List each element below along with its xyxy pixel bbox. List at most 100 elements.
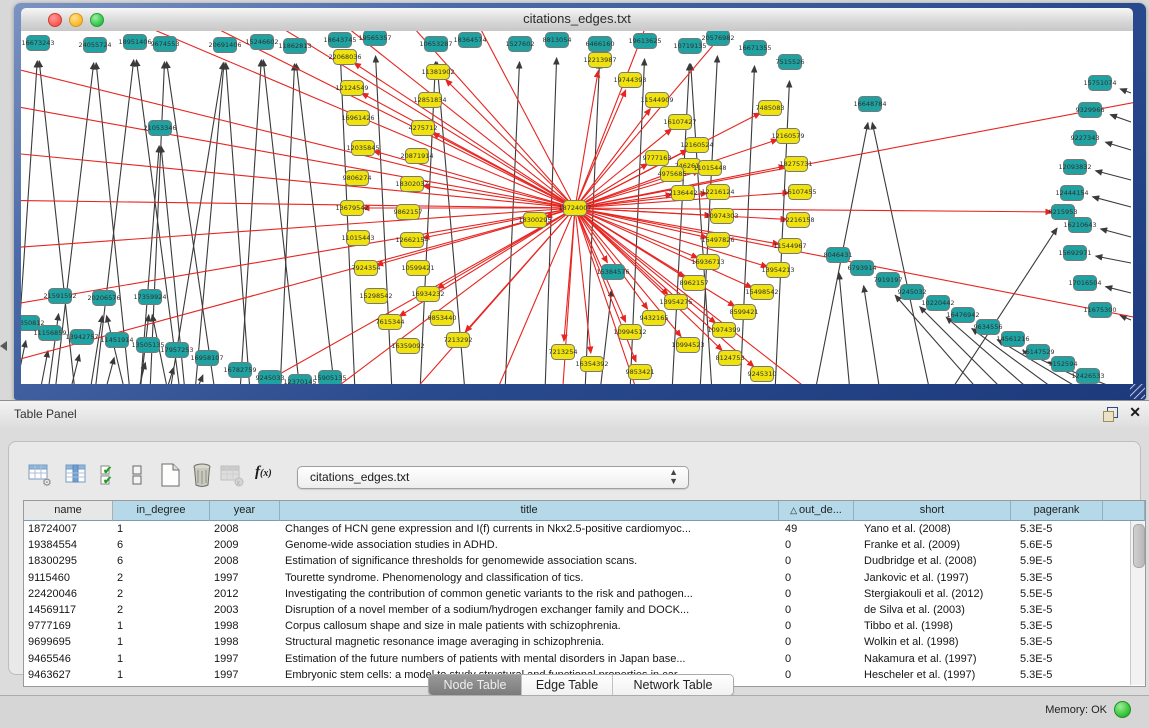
table-row[interactable]: 1456911722003Disruption of a novel membe… [24,602,1145,618]
cell-title[interactable]: Investigating the contribution of common… [280,586,779,602]
table-row[interactable]: 977716911998Corpus callosum shape and si… [24,618,1145,634]
cell-year[interactable]: 1997 [210,651,280,667]
cell-pagerank[interactable]: 5.3E-5 [1011,667,1103,683]
cell-out_de[interactable]: 0 [779,537,854,553]
cell-short[interactable]: Hescheler et al. (1997) [854,667,1011,683]
cell-in_degree[interactable]: 1 [113,651,210,667]
cell-title[interactable]: Changes of HCN gene expression and I(f) … [280,521,779,537]
cell-name[interactable]: 18724007 [24,521,113,537]
column-header-in_degree[interactable]: in_degree [113,501,210,521]
cell-title[interactable]: Structural magnetic resonance image aver… [280,634,779,650]
cell-year[interactable]: 1997 [210,667,280,683]
row-height-button[interactable] [125,462,151,488]
cell-short[interactable]: Dudbridge et al. (2008) [854,553,1011,569]
cell-title[interactable]: Estimation of significance thresholds fo… [280,553,779,569]
cell-out_de[interactable]: 0 [779,553,854,569]
table-row[interactable]: 946554611997Estimation of the future num… [24,651,1145,667]
table-row[interactable]: 2242004622012Investigating the contribut… [24,586,1145,602]
cell-in_degree[interactable]: 6 [113,537,210,553]
cell-year[interactable]: 2008 [210,553,280,569]
cell-in_degree[interactable]: 1 [113,521,210,537]
table-row[interactable]: 1830029562008Estimation of significance … [24,553,1145,569]
cell-in_degree[interactable]: 1 [113,618,210,634]
cell-year[interactable]: 1998 [210,618,280,634]
column-header-title[interactable]: title [280,501,779,521]
tab-network-table[interactable]: Network Table [613,675,733,695]
cell-pagerank[interactable]: 5.3E-5 [1011,570,1103,586]
cell-year[interactable]: 2003 [210,602,280,618]
cell-title[interactable]: Genome-wide association studies in ADHD. [280,537,779,553]
cell-pagerank[interactable]: 5.3E-5 [1011,618,1103,634]
close-panel-icon[interactable]: ✕ [1129,404,1141,421]
cell-pagerank[interactable]: 5.5E-5 [1011,586,1103,602]
scrollbar-thumb[interactable] [1133,524,1145,568]
column-header-year[interactable]: year [210,501,280,521]
cell-pagerank[interactable]: 5.3E-5 [1011,521,1103,537]
cell-title[interactable]: Tourette syndrome. Phenomenology and cla… [280,570,779,586]
memory-status-dot[interactable] [1114,701,1131,718]
cell-short[interactable]: Jankovic et al. (1997) [854,570,1011,586]
cell-name[interactable]: 14569117 [24,602,113,618]
select-attributes-button[interactable]: ✔ ✔ [97,462,123,488]
table-row[interactable]: 1938455462009Genome-wide association stu… [24,537,1145,553]
cell-in_degree[interactable]: 2 [113,570,210,586]
cell-out_de[interactable]: 0 [779,667,854,683]
cell-in_degree[interactable]: 6 [113,553,210,569]
cell-short[interactable]: Nakamura et al. (1997) [854,651,1011,667]
cell-name[interactable]: 9463627 [24,667,113,683]
cell-name[interactable]: 9699695 [24,634,113,650]
cell-short[interactable]: Stergiakouli et al. (2012) [854,586,1011,602]
cell-short[interactable]: Yano et al. (2008) [854,521,1011,537]
column-header-out_de[interactable]: △out_de... [779,501,854,521]
table-settings-button[interactable]: ⚙ [27,462,53,488]
cell-short[interactable]: de Silva et al. (2003) [854,602,1011,618]
table-source-select[interactable]: citations_edges.txt ▲▼ [297,466,689,489]
cell-year[interactable]: 2012 [210,586,280,602]
table-vertical-scrollbar[interactable] [1130,521,1145,685]
tab-edge-table[interactable]: Edge Table [522,675,613,695]
cell-short[interactable]: Franke et al. (2009) [854,537,1011,553]
new-table-button[interactable] [157,462,183,488]
cell-year[interactable]: 1997 [210,570,280,586]
cell-year[interactable]: 1998 [210,634,280,650]
network-window-titlebar[interactable]: citations_edges.txt [21,8,1133,32]
table-row[interactable]: 1872400712008Changes of HCN gene express… [24,521,1145,537]
cell-pagerank[interactable]: 5.3E-5 [1011,602,1103,618]
network-nodes[interactable]: 1667324324055724189514069674553206914061… [21,31,1117,384]
delete-table-button[interactable] [189,462,215,488]
cell-pagerank[interactable]: 5.9E-5 [1011,553,1103,569]
cell-out_de[interactable]: 49 [779,521,854,537]
cell-pagerank[interactable]: 5.3E-5 [1011,651,1103,667]
function-builder-button[interactable]: f(x) [255,464,272,481]
show-columns-button[interactable] [63,462,89,488]
cell-short[interactable]: Tibbo et al. (1998) [854,618,1011,634]
cell-title[interactable]: Corpus callosum shape and size in male p… [280,618,779,634]
column-header-pagerank[interactable]: pagerank [1011,501,1103,521]
column-header-name[interactable]: name [24,501,113,521]
network-window[interactable]: citations_edges.txt 16673243240557241895… [14,3,1146,400]
window-resize-grip[interactable] [1130,384,1145,399]
tab-node-table[interactable]: Node Table [429,675,522,695]
cell-pagerank[interactable]: 5.6E-5 [1011,537,1103,553]
table-row[interactable]: 911546021997Tourette syndrome. Phenomeno… [24,570,1145,586]
cell-name[interactable]: 9777169 [24,618,113,634]
cell-name[interactable]: 9115460 [24,570,113,586]
cell-title[interactable]: Estimation of the future numbers of pati… [280,651,779,667]
collapsed-panel-arrow-icon[interactable] [0,341,7,351]
table-row[interactable]: 969969511998Structural magnetic resonanc… [24,634,1145,650]
cell-name[interactable]: 18300295 [24,553,113,569]
float-panel-icon[interactable] [1103,407,1117,421]
cell-name[interactable]: 22420046 [24,586,113,602]
cell-short[interactable]: Wolkin et al. (1998) [854,634,1011,650]
network-canvas[interactable]: 1667324324055724189514069674553206914061… [21,31,1133,384]
cell-in_degree[interactable]: 2 [113,602,210,618]
cell-out_de[interactable]: 0 [779,651,854,667]
network-svg[interactable]: 1667324324055724189514069674553206914061… [21,31,1133,384]
cell-year[interactable]: 2009 [210,537,280,553]
cell-out_de[interactable]: 0 [779,602,854,618]
column-header-short[interactable]: short [854,501,1011,521]
cell-year[interactable]: 2008 [210,521,280,537]
cell-in_degree[interactable]: 2 [113,586,210,602]
cell-out_de[interactable]: 0 [779,618,854,634]
cell-out_de[interactable]: 0 [779,586,854,602]
